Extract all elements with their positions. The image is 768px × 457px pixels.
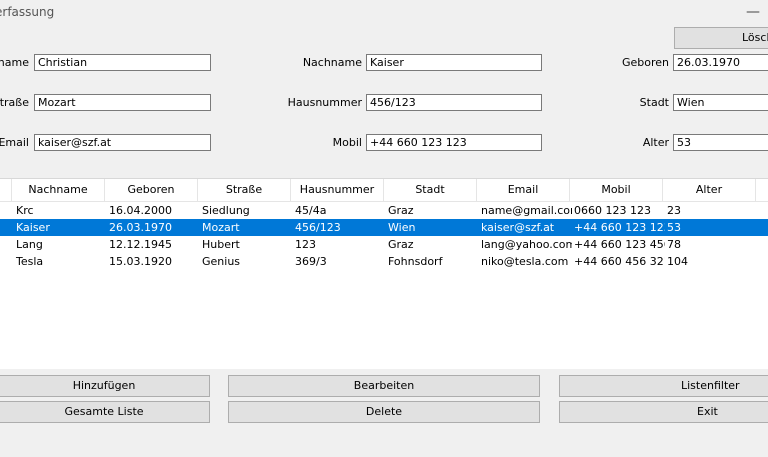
cell-stadt: Graz: [388, 238, 414, 251]
table-row[interactable]: Lang 12.12.1945 Hubert 123 Graz lang@yah…: [0, 236, 768, 253]
cell-mobil: +44 660 456 321: [574, 255, 665, 268]
cell-strasse: Mozart: [202, 221, 240, 234]
full-list-button[interactable]: Gesamte Liste: [0, 401, 210, 423]
geboren-field[interactable]: 26.03.1970: [673, 54, 768, 71]
contacts-table[interactable]: Nachname Geboren Straße Hausnummer Stadt…: [0, 178, 768, 369]
hausnummer-label: Hausnummer: [287, 96, 362, 109]
table-row[interactable]: Tesla 15.03.1920 Genius 369/3 Fohnsdorf …: [0, 253, 768, 270]
cell-hausnummer: 456/123: [295, 221, 341, 234]
cell-nachname: Lang: [16, 238, 43, 251]
cell-geboren: 26.03.1970: [109, 221, 172, 234]
add-button[interactable]: Hinzufügen: [0, 375, 210, 397]
minimize-button[interactable]: —: [742, 2, 764, 22]
nachname-label: Nachname: [302, 56, 362, 69]
cell-mobil: +44 660 123 123: [574, 221, 665, 234]
email-label: Email: [0, 136, 29, 149]
vorname-field[interactable]: Christian: [34, 54, 211, 71]
cell-nachname: Tesla: [16, 255, 44, 268]
column-header-hausnummer[interactable]: Hausnummer: [291, 179, 384, 201]
cell-geboren: 16.04.2000: [109, 204, 172, 217]
column-header-geboren[interactable]: Geboren: [105, 179, 198, 201]
exit-button-label: Exit: [697, 405, 718, 418]
table-row[interactable]: Krc 16.04.2000 Siedlung 45/4a Graz name@…: [0, 202, 768, 219]
stadt-field[interactable]: Wien: [673, 94, 768, 111]
cell-email: name@gmail.com: [481, 204, 572, 217]
stadt-label: Stadt: [639, 96, 669, 109]
alter-field[interactable]: 53: [673, 134, 768, 151]
cell-alter: 78: [667, 238, 681, 251]
alter-label: Alter: [642, 136, 669, 149]
cell-geboren: 15.03.1920: [109, 255, 172, 268]
hausnummer-field[interactable]: 456/123: [366, 94, 542, 111]
cell-strasse: Genius: [202, 255, 241, 268]
list-filter-button-label: Listenfilter: [681, 379, 740, 392]
vorname-label: rname: [0, 56, 29, 69]
column-header-stadt[interactable]: Stadt: [384, 179, 477, 201]
cell-stadt: Fohnsdorf: [388, 255, 443, 268]
column-header-email[interactable]: Email: [477, 179, 570, 201]
cell-stadt: Wien: [388, 221, 416, 234]
cell-hausnummer: 123: [295, 238, 316, 251]
add-button-label: Hinzufügen: [72, 379, 136, 392]
cell-mobil: 0660 123 123: [574, 204, 651, 217]
cell-nachname: Kaiser: [16, 221, 50, 234]
edit-button[interactable]: Bearbeiten: [228, 375, 540, 397]
delete-top-button[interactable]: Lösch: [674, 27, 768, 49]
delete-button[interactable]: Delete: [228, 401, 540, 423]
table-header: Nachname Geboren Straße Hausnummer Stadt…: [0, 179, 768, 202]
list-filter-button[interactable]: Listenfilter: [559, 375, 768, 397]
cell-geboren: 12.12.1945: [109, 238, 172, 251]
cell-email: niko@tesla.com: [481, 255, 569, 268]
cell-hausnummer: 369/3: [295, 255, 327, 268]
title-bar: erfassung —: [0, 0, 768, 26]
delete-button-label: Delete: [365, 405, 403, 418]
mobil-field[interactable]: +44 660 123 123: [366, 134, 542, 151]
cell-strasse: Siedlung: [202, 204, 250, 217]
table-row-selected[interactable]: Kaiser 26.03.1970 Mozart 456/123 Wien ka…: [0, 219, 768, 236]
column-header-strasse[interactable]: Straße: [198, 179, 291, 201]
edit-button-label: Bearbeiten: [353, 379, 415, 392]
exit-button[interactable]: Exit: [559, 401, 768, 423]
cell-alter: 53: [667, 221, 681, 234]
cell-nachname: Krc: [16, 204, 34, 217]
email-field[interactable]: kaiser@szf.at: [34, 134, 211, 151]
cell-alter: 23: [667, 204, 681, 217]
mobil-label: Mobil: [332, 136, 362, 149]
window-title: erfassung: [0, 5, 55, 19]
column-header-mobil[interactable]: Mobil: [570, 179, 663, 201]
cell-mobil: +44 660 123 456: [574, 238, 665, 251]
cell-alter: 104: [667, 255, 688, 268]
geboren-label: Geboren: [621, 56, 669, 69]
column-header-row-indicator: [0, 179, 12, 201]
cell-hausnummer: 45/4a: [295, 204, 327, 217]
column-header-alter[interactable]: Alter: [663, 179, 756, 201]
delete-top-button-label: Lösch: [742, 31, 768, 44]
column-header-nachname[interactable]: Nachname: [12, 179, 105, 201]
cell-email: lang@yahoo.com: [481, 238, 572, 251]
strasse-label: Straße: [0, 96, 29, 109]
cell-stadt: Graz: [388, 204, 414, 217]
cell-strasse: Hubert: [202, 238, 240, 251]
nachname-field[interactable]: Kaiser: [366, 54, 542, 71]
strasse-field[interactable]: Mozart: [34, 94, 211, 111]
full-list-button-label: Gesamte Liste: [64, 405, 144, 418]
cell-email: kaiser@szf.at: [481, 221, 555, 234]
